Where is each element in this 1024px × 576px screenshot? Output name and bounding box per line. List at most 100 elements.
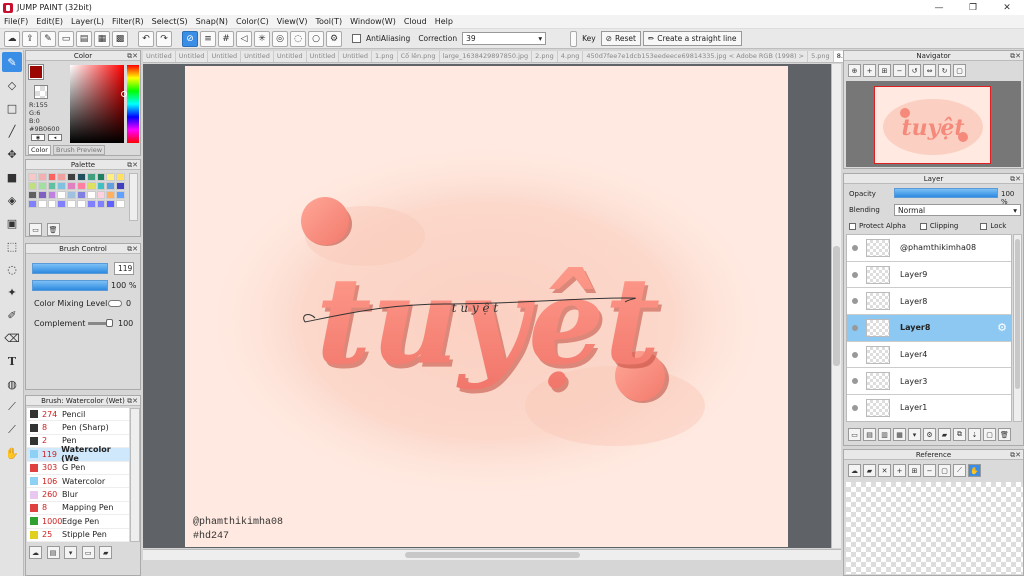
layer-duplicate-icon[interactable]: ⧉ xyxy=(953,428,966,441)
palette-swatch[interactable] xyxy=(37,182,47,190)
layer-visibility-icon[interactable] xyxy=(852,404,858,411)
panel-close-icon[interactable]: ⧉✕ xyxy=(127,244,138,254)
layer-visibility-icon[interactable] xyxy=(852,324,858,331)
document-tab[interactable]: Untitled xyxy=(274,51,307,62)
brush-tool-icon[interactable]: ✎ xyxy=(2,52,22,72)
shape-ruler-icon[interactable]: ○ xyxy=(308,30,324,47)
layer-visibility-icon[interactable] xyxy=(852,378,858,385)
menu-edit[interactable]: Edit(E) xyxy=(32,17,67,26)
palette-swatch[interactable] xyxy=(76,191,86,199)
panel-close-icon[interactable]: ⧉✕ xyxy=(127,160,138,170)
snap-settings-icon[interactable]: ⚙ xyxy=(326,30,342,47)
palette-swatch[interactable] xyxy=(37,200,47,208)
layer-visibility-icon[interactable] xyxy=(852,271,858,278)
document-tab[interactable]: Untitled xyxy=(339,51,373,62)
menu-view[interactable]: View(V) xyxy=(273,17,312,26)
reference-actual-size-icon[interactable]: ▢ xyxy=(938,464,951,477)
palette-swatch[interactable] xyxy=(28,200,37,208)
line-tool-icon[interactable]: ╱ xyxy=(2,121,22,141)
canvas-vertical-scrollbar[interactable] xyxy=(831,64,841,548)
palette-swatch[interactable] xyxy=(106,200,116,208)
palette-swatch[interactable] xyxy=(76,182,86,190)
menu-cloud[interactable]: Cloud xyxy=(400,17,431,26)
layer-row[interactable]: Layer1 xyxy=(847,395,1011,421)
palette-swatch[interactable] xyxy=(47,182,57,190)
document-tab[interactable]: Untitled xyxy=(208,51,242,62)
panel-close-icon[interactable]: ⧉✕ xyxy=(127,51,138,61)
rotate-left-icon[interactable]: ↺ xyxy=(908,64,921,77)
palette-swatch[interactable] xyxy=(76,200,86,208)
zoom-in-icon[interactable]: + xyxy=(863,64,876,77)
layer-list-scrollbar[interactable] xyxy=(1013,234,1022,422)
layer-visibility-icon[interactable] xyxy=(852,351,858,358)
layer-opacity-slider[interactable] xyxy=(894,188,998,198)
move-tool-icon[interactable]: ✥ xyxy=(2,144,22,164)
reference-hand-icon[interactable]: ✋ xyxy=(968,464,981,477)
palette-swatch[interactable] xyxy=(106,191,116,199)
layer-scroll-thumb[interactable] xyxy=(1015,239,1020,389)
brush-folder-icon[interactable]: ▤ xyxy=(46,546,60,559)
reference-close-icon[interactable]: ✕ xyxy=(878,464,891,477)
palette-swatch[interactable] xyxy=(116,182,125,190)
reference-eyedropper-icon[interactable]: ⟋ xyxy=(953,464,966,477)
document-tab[interactable]: 5.png xyxy=(808,51,834,62)
reset-button[interactable]: ⊘ Reset xyxy=(600,31,641,46)
canvas-horizontal-scrollbar[interactable] xyxy=(143,549,841,560)
message-icon[interactable]: ▭ xyxy=(58,30,74,47)
brush-size-slider[interactable] xyxy=(32,263,108,274)
document-tab[interactable]: 4.png xyxy=(558,51,584,62)
new-layer-special-icon[interactable]: ▤ xyxy=(863,428,876,441)
palette-swatch[interactable] xyxy=(96,173,106,181)
brush-item[interactable]: 8 Pen (Sharp) xyxy=(27,421,129,435)
layer-clear-icon[interactable]: ▢ xyxy=(983,428,996,441)
document-tab[interactable]: Untitled xyxy=(176,51,209,62)
menu-tool[interactable]: Tool(T) xyxy=(311,17,346,26)
document-tab[interactable]: large_1638429897850.jpg xyxy=(440,51,533,62)
panel-close-icon[interactable]: ⧉✕ xyxy=(1010,450,1021,460)
redo-icon[interactable]: ↷ xyxy=(156,30,172,47)
layer-add-dropdown-icon[interactable]: ▾ xyxy=(908,428,921,441)
palette-swatch[interactable] xyxy=(86,182,96,190)
straight-line-button[interactable]: ✏ Create a straight line xyxy=(642,31,742,46)
menu-select[interactable]: Select(S) xyxy=(148,17,192,26)
palette-swatch[interactable] xyxy=(96,182,106,190)
layer-visibility-icon[interactable] xyxy=(852,244,858,251)
select-rect-icon[interactable]: ⬚ xyxy=(2,236,22,256)
delete-swatch-icon[interactable]: 🗑 xyxy=(46,223,60,236)
layer-row[interactable]: Layer9 xyxy=(847,261,1011,289)
brush-item[interactable]: 274 Pencil xyxy=(27,408,129,422)
layer-transfer-icon[interactable]: ⇣ xyxy=(968,428,981,441)
eyedropper-icon[interactable]: ⟋ xyxy=(2,397,22,417)
palette-swatch[interactable] xyxy=(47,191,57,199)
fill-shape-tool-icon[interactable]: ■ xyxy=(2,167,22,187)
eye-toggle-icon[interactable]: ◉ xyxy=(31,134,45,141)
zoom-full-icon[interactable]: ⊞ xyxy=(878,64,891,77)
key-toggle[interactable] xyxy=(570,30,578,47)
brush-list-scrollbar[interactable] xyxy=(130,408,140,542)
document-tab[interactable]: 8.png xyxy=(833,51,843,62)
cloud-icon[interactable]: ☁ xyxy=(4,30,20,47)
palette-swatch[interactable] xyxy=(106,182,116,190)
palette-swatch[interactable] xyxy=(106,173,116,181)
palette-swatch[interactable] xyxy=(116,173,125,181)
reference-fit-icon[interactable]: ⊞ xyxy=(908,464,921,477)
palette-swatch[interactable] xyxy=(37,191,47,199)
ruler-off-icon[interactable]: ⊘ xyxy=(182,30,198,47)
horizontal-scroll-thumb[interactable] xyxy=(405,552,580,558)
layer-settings-gear-icon[interactable]: ⚙ xyxy=(997,321,1007,334)
antialiasing-checkbox[interactable] xyxy=(352,34,361,43)
pen-tablet-icon[interactable]: ✎ xyxy=(40,30,56,47)
grid-ruler-icon[interactable]: # xyxy=(218,30,234,47)
primary-color-swatch[interactable] xyxy=(28,64,44,80)
panel-close-icon[interactable]: ⧉✕ xyxy=(1010,51,1021,61)
new-swatch-icon[interactable]: ▭ xyxy=(29,223,42,236)
close-icon[interactable]: ✕ xyxy=(990,3,1024,13)
new-layer-icon[interactable]: ▭ xyxy=(848,428,861,441)
palette-swatch[interactable] xyxy=(57,182,67,190)
palette-swatch[interactable] xyxy=(47,200,57,208)
tab-color[interactable]: Color xyxy=(28,145,51,155)
bucket-tool-icon[interactable]: ◈ xyxy=(2,190,22,210)
lock-view-icon[interactable]: ▢ xyxy=(953,64,966,77)
menu-help[interactable]: Help xyxy=(431,17,457,26)
eyedropper-alt-icon[interactable]: ⟋ xyxy=(2,420,22,440)
